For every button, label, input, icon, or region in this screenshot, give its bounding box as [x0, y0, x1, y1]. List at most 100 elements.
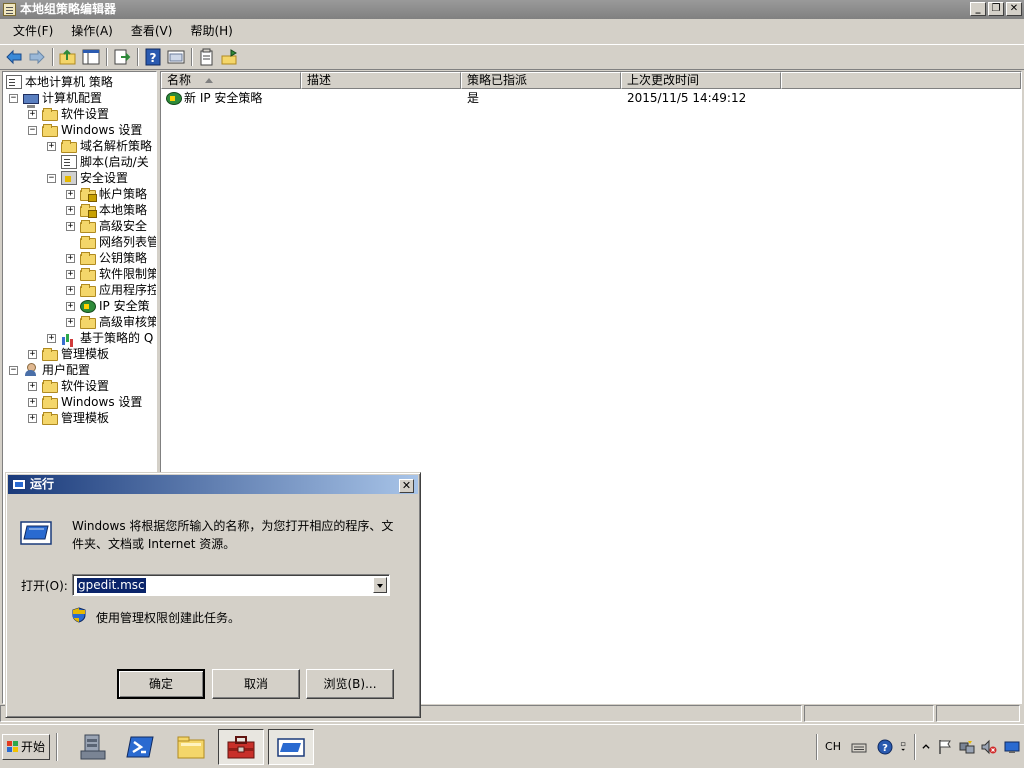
expand-toggle[interactable]: +	[47, 141, 56, 151]
tree-item-advanced-audit[interactable]: + 高级审核策	[66, 314, 156, 330]
run-command-combobox[interactable]: gpedit.msc	[72, 574, 390, 596]
column-header-modified[interactable]: 上次更改时间	[621, 72, 781, 89]
tree-item-software-restriction[interactable]: + 软件限制策	[66, 266, 156, 282]
tree-item-root[interactable]: 本地计算机 策略	[6, 74, 113, 90]
folder-icon	[61, 139, 77, 153]
list-cell-modified: 2015/11/5 14:49:12	[627, 91, 747, 105]
action-button[interactable]	[219, 46, 241, 68]
tree-item-account-policy[interactable]: + 帐户策略	[66, 186, 147, 202]
menu-help[interactable]: 帮助(H)	[181, 20, 241, 42]
collapse-toggle[interactable]: −	[9, 93, 18, 103]
show-hide-tree-button[interactable]	[80, 46, 102, 68]
menu-action[interactable]: 操作(A)	[62, 20, 122, 42]
expand-toggle[interactable]: +	[66, 269, 75, 279]
server-manager-icon	[80, 734, 106, 760]
collapse-toggle[interactable]: −	[28, 125, 37, 135]
back-button[interactable]	[3, 46, 25, 68]
export-list-button[interactable]	[111, 46, 133, 68]
toolbar-separator	[191, 48, 193, 66]
expand-toggle[interactable]: +	[66, 205, 75, 215]
tree-item-network-list[interactable]: 网络列表管	[66, 234, 156, 250]
expand-toggle[interactable]: +	[28, 381, 37, 391]
up-folder-button[interactable]	[57, 46, 79, 68]
show-desktop-button[interactable]	[1000, 737, 1024, 757]
status-cell-3	[936, 705, 1020, 722]
run-dialog-close-button[interactable]: ✕	[399, 479, 414, 493]
ok-button[interactable]: 确定	[117, 669, 205, 699]
sort-ascending-icon	[205, 78, 214, 83]
expand-toggle[interactable]: +	[66, 253, 75, 263]
tree-item-computer-config[interactable]: − 计算机配置	[9, 90, 102, 108]
browse-button[interactable]: 浏览(B)...	[306, 669, 394, 699]
expand-toggle[interactable]: +	[28, 349, 37, 359]
tree-item-windows-settings[interactable]: − Windows 设置	[28, 122, 142, 138]
locked-folder-icon	[80, 187, 97, 202]
forward-button[interactable]	[26, 46, 48, 68]
keyboard-button[interactable]	[846, 737, 872, 757]
volume-tray-button[interactable]	[978, 737, 1000, 757]
tree-item-name-resolution[interactable]: + 域名解析策略	[47, 138, 152, 154]
expand-toggle[interactable]: +	[66, 189, 75, 199]
tree-item-scripts[interactable]: 脚本(启动/关	[47, 154, 149, 170]
tree-item-qos[interactable]: + 基于策略的 Q	[47, 330, 153, 346]
tree-item-user-admin-templates[interactable]: + 管理模板	[28, 410, 109, 426]
tree-item-user-windows[interactable]: + Windows 设置	[28, 394, 142, 410]
console-button[interactable]	[165, 46, 187, 68]
gpedit-taskbar-button[interactable]	[218, 729, 264, 765]
tree-item-app-control[interactable]: + 应用程序控	[66, 282, 156, 298]
tree-item-admin-templates[interactable]: + 管理模板	[28, 346, 109, 362]
tree-item-ip-security[interactable]: + IP 安全策	[66, 298, 150, 314]
collapse-toggle[interactable]: −	[9, 365, 18, 375]
tree-item-public-key[interactable]: + 公钥策略	[66, 250, 147, 266]
explorer-taskbar-button[interactable]	[168, 729, 214, 765]
tree-item-local-policy[interactable]: + 本地策略	[66, 202, 147, 218]
list-cell-assigned: 是	[467, 91, 480, 105]
column-header-assigned[interactable]: 策略已指派	[461, 72, 621, 89]
show-hidden-icons-button[interactable]	[918, 737, 934, 757]
column-header-name[interactable]: 名称	[161, 72, 301, 89]
run-dialog-title-bar[interactable]: 运行 ✕	[8, 475, 418, 494]
window-title-bar[interactable]: 本地组策略编辑器 _ ❐ ✕	[0, 0, 1024, 19]
expand-toggle[interactable]: +	[66, 285, 75, 295]
restore-button[interactable]: ❐	[988, 2, 1004, 16]
server-manager-taskbar-button[interactable]	[70, 729, 116, 765]
expand-toggle[interactable]: +	[66, 317, 75, 327]
help-button[interactable]: ?	[142, 46, 164, 68]
properties-button[interactable]	[196, 46, 218, 68]
expand-toggle[interactable]: +	[66, 301, 75, 311]
dropdown-button[interactable]	[373, 577, 387, 593]
ime-options-button[interactable]	[898, 737, 912, 757]
gpedit-app-icon	[3, 3, 16, 16]
close-button[interactable]: ✕	[1006, 2, 1022, 16]
expand-toggle[interactable]: +	[28, 109, 37, 119]
column-header-description[interactable]: 描述	[301, 72, 461, 89]
powershell-taskbar-button[interactable]	[118, 729, 164, 765]
cancel-button[interactable]: 取消	[212, 669, 300, 699]
locked-folder-icon	[80, 203, 97, 218]
up-folder-icon	[59, 49, 76, 65]
tree-item-software-settings[interactable]: + 软件设置	[28, 106, 109, 122]
expand-toggle[interactable]: +	[28, 413, 37, 423]
tree-item-user-software[interactable]: + 软件设置	[28, 378, 109, 394]
tree-item-user-config[interactable]: − 用户配置	[9, 362, 90, 378]
menu-view[interactable]: 查看(V)	[122, 20, 182, 42]
minimize-button[interactable]: _	[970, 2, 986, 16]
powershell-icon	[126, 736, 154, 758]
help-tray-button[interactable]: ?	[872, 737, 898, 757]
action-center-button[interactable]	[934, 737, 956, 757]
expand-toggle[interactable]: +	[66, 221, 75, 231]
run-taskbar-button[interactable]	[268, 729, 314, 765]
window-controls: _ ❐ ✕	[968, 2, 1022, 16]
expand-toggle[interactable]: +	[28, 397, 37, 407]
start-button[interactable]: 开始	[2, 734, 50, 760]
language-indicator[interactable]: CH	[820, 737, 846, 757]
tree-item-advanced-security[interactable]: + 高级安全	[66, 218, 147, 234]
menu-file[interactable]: 文件(F)	[4, 20, 62, 42]
list-item[interactable]: 新 IP 安全策略 是 2015/11/5 14:49:12	[161, 90, 1021, 106]
tree-item-security-settings[interactable]: − 安全设置	[47, 170, 128, 186]
network-tray-button[interactable]	[956, 737, 978, 757]
toolbox-icon	[227, 736, 255, 759]
collapse-toggle[interactable]: −	[47, 173, 56, 183]
expand-toggle[interactable]: +	[47, 333, 56, 343]
